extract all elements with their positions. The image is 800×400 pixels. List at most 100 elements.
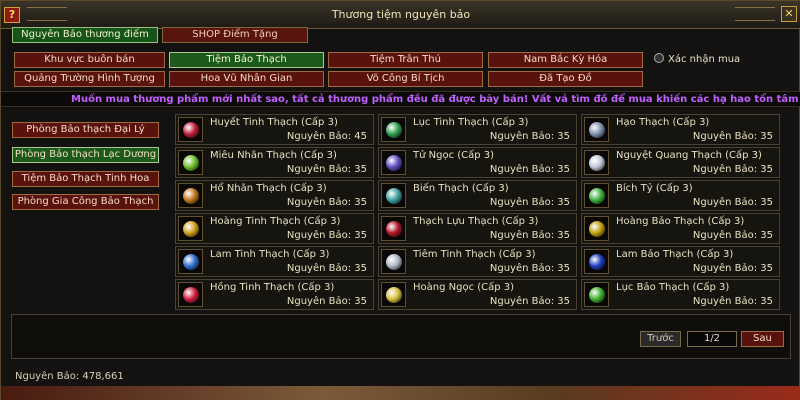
shop-gia-cong[interactable]: Phòng Gia Công Bảo Thạch <box>12 194 159 210</box>
shop-item[interactable]: Tử Ngọc (Cấp 3) Nguyên Bảo: 35 <box>378 147 577 178</box>
gem-shape <box>589 221 605 237</box>
item-price: Nguyên Bảo: 35 <box>489 230 570 241</box>
tab-nguyen-bao[interactable]: Nguyên Bảo thương điếm <box>12 27 158 43</box>
close-button[interactable]: ✕ <box>781 6 797 22</box>
gem-shape <box>589 122 605 138</box>
category-vo-cong-bi-tich[interactable]: Võ Công Bí Tịch <box>328 71 483 87</box>
category-tiem-tran-thu[interactable]: Tiệm Trân Thú <box>328 52 483 68</box>
shop-item[interactable]: Nguyệt Quang Thạch (Cấp 3) Nguyên Bảo: 35 <box>581 147 780 178</box>
shop-item[interactable]: Biến Thạch (Cấp 3) Nguyên Bảo: 35 <box>378 180 577 211</box>
prev-page-button[interactable]: Trước <box>640 331 681 347</box>
gem-icon[interactable] <box>584 249 609 274</box>
category-quang-truong-hinh-tuong[interactable]: Quảng Trường Hình Tượng <box>14 71 165 87</box>
gem-shape <box>386 221 402 237</box>
shop-item[interactable]: Hổ Nhãn Thạch (Cấp 3) Nguyên Bảo: 35 <box>175 180 374 211</box>
gem-icon[interactable] <box>584 183 609 208</box>
gem-icon[interactable] <box>584 117 609 142</box>
gem-icon[interactable] <box>584 282 609 307</box>
item-price: Nguyên Bảo: 35 <box>286 197 367 208</box>
currency-balance: Nguyên Bảo: 478,661 <box>15 371 124 382</box>
item-name: Miêu Nhãn Thạch (Cấp 3) <box>210 150 337 161</box>
shop-tinh-hoa[interactable]: Tiệm Bảo Thạch Tinh Hoa <box>12 171 159 187</box>
gem-icon[interactable] <box>381 150 406 175</box>
category-nam-bac-ky-hoa[interactable]: Nam Bắc Kỳ Hóa <box>488 52 643 68</box>
gem-shape <box>386 188 402 204</box>
shop-item[interactable]: Hồng Tinh Thạch (Cấp 3) Nguyên Bảo: 35 <box>175 279 374 310</box>
gem-shape <box>386 122 402 138</box>
item-price: Nguyên Bảo: 35 <box>286 164 367 175</box>
gem-icon[interactable] <box>584 216 609 241</box>
gem-shape <box>386 254 402 270</box>
confirm-label: Xác nhận mua <box>668 54 741 65</box>
shop-item[interactable]: Huyết Tinh Thạch (Cấp 3) Nguyên Bảo: 45 <box>175 114 374 145</box>
background-strip <box>1 386 800 400</box>
item-price: Nguyên Bảo: 35 <box>286 296 367 307</box>
item-name: Thạch Lựu Thạch (Cấp 3) <box>413 216 539 227</box>
gem-icon[interactable] <box>381 117 406 142</box>
shop-item[interactable]: Thạch Lựu Thạch (Cấp 3) Nguyên Bảo: 35 <box>378 213 577 244</box>
item-price: Nguyên Bảo: 35 <box>489 164 570 175</box>
gem-icon[interactable] <box>381 249 406 274</box>
window-title: Thương tiệm nguyên bảo <box>331 8 471 21</box>
gem-icon[interactable] <box>178 150 203 175</box>
item-name: Bích Tỷ (Cấp 3) <box>616 183 693 194</box>
next-page-button[interactable]: Sau <box>741 331 784 347</box>
gem-shape <box>183 155 199 171</box>
gem-icon[interactable] <box>178 216 203 241</box>
item-price: Nguyên Bảo: 35 <box>692 131 773 142</box>
shop-item[interactable]: Bích Tỷ (Cấp 3) Nguyên Bảo: 35 <box>581 180 780 211</box>
item-name: Biến Thạch (Cấp 3) <box>413 183 509 194</box>
item-price: Nguyên Bảo: 35 <box>692 296 773 307</box>
item-name: Tử Ngọc (Cấp 3) <box>413 150 495 161</box>
shop-item[interactable]: Miêu Nhãn Thạch (Cấp 3) Nguyên Bảo: 35 <box>175 147 374 178</box>
item-price: Nguyên Bảo: 35 <box>692 197 773 208</box>
title-bar[interactable]: ? Thương tiệm nguyên bảo ✕ <box>1 1 800 29</box>
gem-icon[interactable] <box>178 249 203 274</box>
item-name: Nguyệt Quang Thạch (Cấp 3) <box>616 150 762 161</box>
item-name: Hoàng Ngọc (Cấp 3) <box>413 282 515 293</box>
confirm-radio[interactable] <box>654 53 664 63</box>
item-price: Nguyên Bảo: 45 <box>286 131 367 142</box>
marquee-text: Muốn mua thương phẩm mới nhất sao, tất c… <box>71 94 800 105</box>
page-indicator: 1/2 <box>687 331 737 347</box>
category-tiem-bao-thach[interactable]: Tiệm Bảo Thạch <box>169 52 324 68</box>
gem-shape <box>183 254 199 270</box>
item-name: Hoàng Bảo Thạch (Cấp 3) <box>616 216 745 227</box>
gem-icon[interactable] <box>584 150 609 175</box>
gem-shape <box>183 221 199 237</box>
item-price: Nguyên Bảo: 35 <box>692 263 773 274</box>
confirm-purchase-option[interactable]: Xác nhận mua <box>654 53 740 65</box>
item-price: Nguyên Bảo: 35 <box>489 263 570 274</box>
item-price: Nguyên Bảo: 35 <box>286 263 367 274</box>
item-price: Nguyên Bảo: 35 <box>489 296 570 307</box>
shop-item[interactable]: Lam Tinh Thạch (Cấp 3) Nguyên Bảo: 35 <box>175 246 374 277</box>
gem-icon[interactable] <box>381 216 406 241</box>
title-ornament-right <box>735 7 775 21</box>
shop-item[interactable]: Hoàng Bảo Thạch (Cấp 3) Nguyên Bảo: 35 <box>581 213 780 244</box>
gem-shape <box>386 287 402 303</box>
category-khu-vuc-buon-ban[interactable]: Khu vực buôn bán <box>14 52 165 68</box>
category-da-tao-do[interactable]: Đã Tạo Đồ <box>488 71 643 87</box>
item-name: Hoàng Tinh Thạch (Cấp 3) <box>210 216 341 227</box>
gem-icon[interactable] <box>381 282 406 307</box>
tab-shop-diem-tang[interactable]: SHOP Điểm Tặng <box>162 27 308 43</box>
shop-item[interactable]: Hoàng Ngọc (Cấp 3) Nguyên Bảo: 35 <box>378 279 577 310</box>
gem-shape <box>589 287 605 303</box>
item-name: Hồng Tinh Thạch (Cấp 3) <box>210 282 335 293</box>
shop-item[interactable]: Lục Bảo Thạch (Cấp 3) Nguyên Bảo: 35 <box>581 279 780 310</box>
shop-item[interactable]: Hạo Thạch (Cấp 3) Nguyên Bảo: 35 <box>581 114 780 145</box>
gem-icon[interactable] <box>178 282 203 307</box>
shop-item[interactable]: Hoàng Tinh Thạch (Cấp 3) Nguyên Bảo: 35 <box>175 213 374 244</box>
shop-item[interactable]: Lục Tinh Thạch (Cấp 3) Nguyên Bảo: 35 <box>378 114 577 145</box>
shop-dai-ly[interactable]: Phòng Bảo thạch Đại Lý <box>12 122 159 138</box>
gem-icon[interactable] <box>178 117 203 142</box>
shop-item[interactable]: Lam Bảo Thạch (Cấp 3) Nguyên Bảo: 35 <box>581 246 780 277</box>
gem-icon[interactable] <box>178 183 203 208</box>
gem-shape <box>589 155 605 171</box>
shop-item[interactable]: Tiêm Tinh Thạch (Cấp 3) Nguyên Bảo: 35 <box>378 246 577 277</box>
shop-lac-duong[interactable]: Phòng Bảo thạch Lạc Dương <box>12 147 159 163</box>
gem-icon[interactable] <box>381 183 406 208</box>
item-price: Nguyên Bảo: 35 <box>692 230 773 241</box>
shop-window: ? Thương tiệm nguyên bảo ✕ Nguyên Bảo th… <box>0 0 800 400</box>
category-hoa-vu-nhan-gian[interactable]: Hoa Vũ Nhân Gian <box>169 71 324 87</box>
